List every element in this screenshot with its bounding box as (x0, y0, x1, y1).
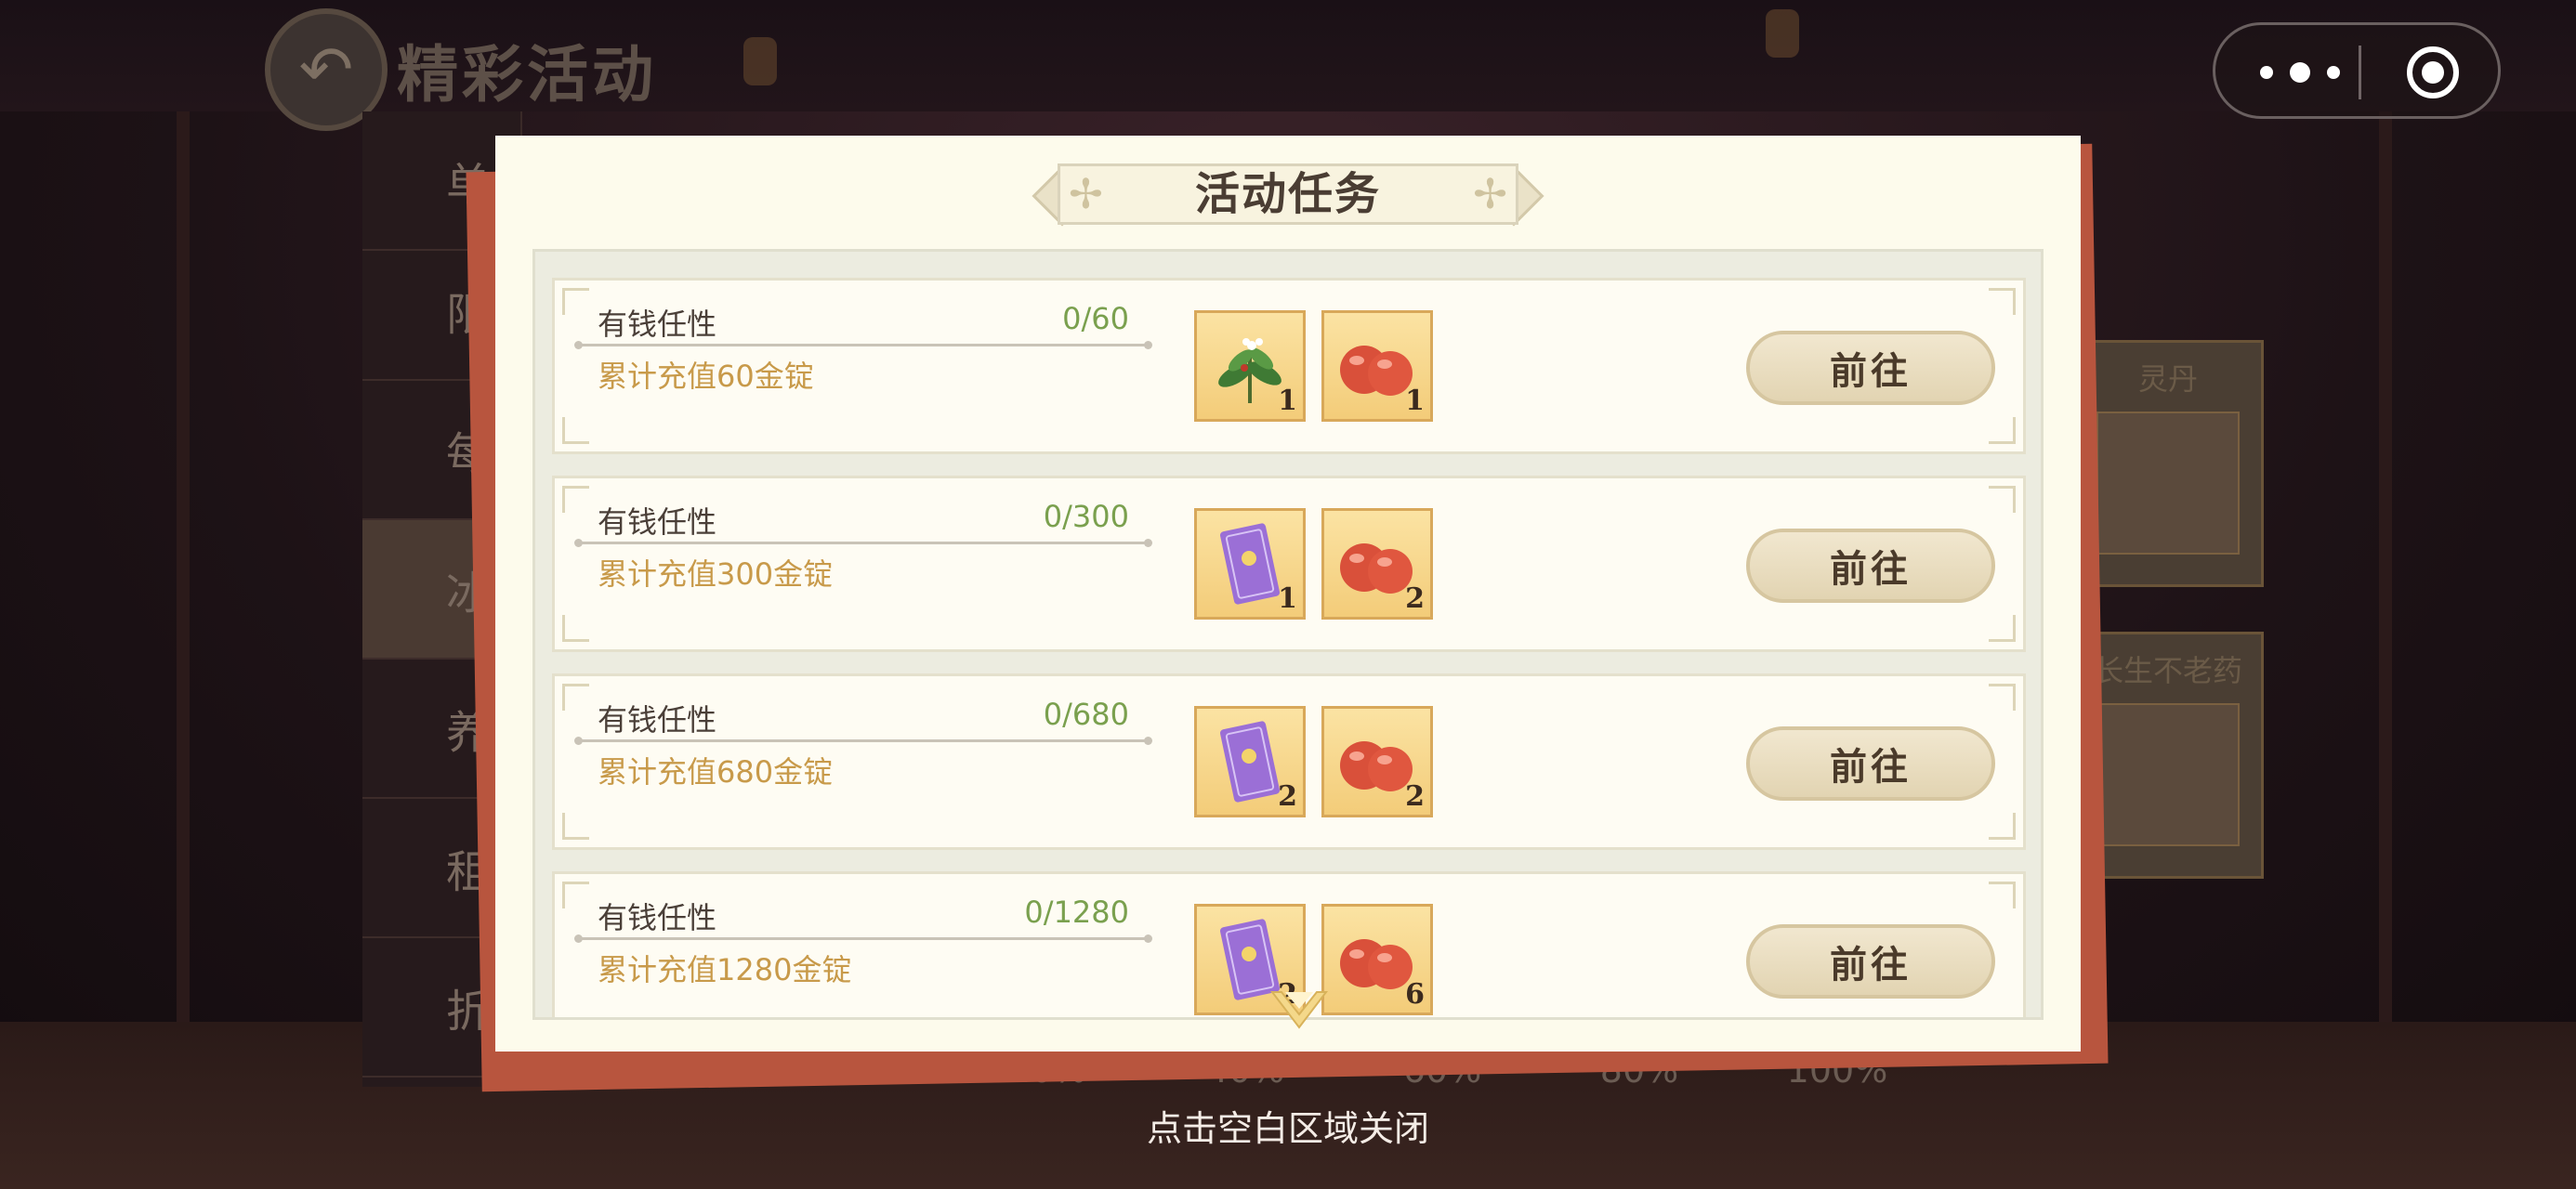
target-close-icon[interactable] (2407, 46, 2459, 98)
progress-line (574, 539, 1152, 547)
reward-card-label: 长生不老药 (2093, 653, 2242, 688)
task-name: 有钱任性 (598, 900, 717, 935)
task-name: 有钱任性 (598, 702, 717, 738)
reward-count: 2 (1405, 780, 1425, 813)
reward-slot[interactable]: 2 (1321, 706, 1433, 817)
reward-count: 1 (1278, 582, 1297, 615)
more-icon[interactable] (2260, 59, 2362, 86)
reward-card: 灵丹 (2072, 340, 2264, 587)
back-header[interactable]: ↶ 精彩活动 (265, 8, 657, 131)
task-row: 有钱任性 0/60 累计充值60金锭 1 1 前往 (552, 278, 2026, 454)
reward-count: 1 (1405, 385, 1425, 417)
title-plaque: ✢ ✢ 活动任务 (1030, 163, 1546, 227)
task-name: 有钱任性 (598, 307, 717, 342)
reward-slot[interactable]: 1 (1194, 310, 1306, 422)
go-button[interactable]: 前往 (1746, 726, 1995, 801)
task-desc: 累计充值300金锭 (598, 556, 834, 592)
go-button[interactable]: 前往 (1746, 331, 1995, 405)
progress-line (574, 341, 1152, 349)
close-hint[interactable]: 点击空白区域关闭 (0, 1100, 2576, 1151)
reward-count: 2 (1278, 780, 1297, 813)
task-list[interactable]: 有钱任性 0/60 累计充值60金锭 1 1 前往 有钱任性 0/300 累计充… (532, 249, 2044, 1020)
progress-line (574, 934, 1152, 943)
pill-thumbnail (2096, 412, 2240, 555)
task-desc: 累计充值1280金锭 (598, 952, 852, 987)
scroll-down-chevron-icon[interactable] (1267, 981, 1332, 1046)
task-progress: 0/680 (1043, 697, 1129, 732)
reward-count: 6 (1405, 978, 1425, 1011)
task-progress: 0/1280 (1024, 895, 1129, 930)
task-row: 有钱任性 0/680 累计充值680金锭 2 2 前往 (552, 673, 2026, 850)
lantern-icon (1766, 9, 1799, 58)
gourd-thumbnail (2096, 703, 2240, 846)
reward-count: 2 (1405, 582, 1425, 615)
reward-slot[interactable]: 2 (1321, 508, 1433, 620)
task-name: 有钱任性 (598, 504, 717, 540)
task-modal: ✢ ✢ 活动任务 有钱任性 0/60 累计充值60金锭 1 1 前往 有钱任性 … (495, 136, 2081, 1052)
miniprogram-capsule (2213, 22, 2501, 119)
reward-slot[interactable]: 1 (1194, 508, 1306, 620)
task-desc: 累计充值60金锭 (598, 359, 814, 394)
reward-slot[interactable]: 6 (1321, 904, 1433, 1015)
go-button[interactable]: 前往 (1746, 529, 1995, 603)
task-progress: 0/60 (1062, 301, 1129, 336)
reward-slot[interactable]: 2 (1194, 706, 1306, 817)
go-button[interactable]: 前往 (1746, 924, 1995, 999)
reward-card-label: 灵丹 (2137, 361, 2198, 397)
capsule-divider (2359, 46, 2361, 99)
reward-count: 1 (1278, 385, 1297, 417)
activity-title: 精彩活动 (397, 39, 657, 111)
modal-title: 活动任务 (1194, 168, 1381, 220)
task-desc: 累计充值680金锭 (598, 754, 834, 790)
task-progress: 0/300 (1043, 499, 1129, 534)
task-row: 有钱任性 0/300 累计充值300金锭 1 2 前往 (552, 476, 2026, 652)
lantern-icon (743, 37, 777, 85)
progress-line (574, 737, 1152, 745)
reward-slot[interactable]: 1 (1321, 310, 1433, 422)
